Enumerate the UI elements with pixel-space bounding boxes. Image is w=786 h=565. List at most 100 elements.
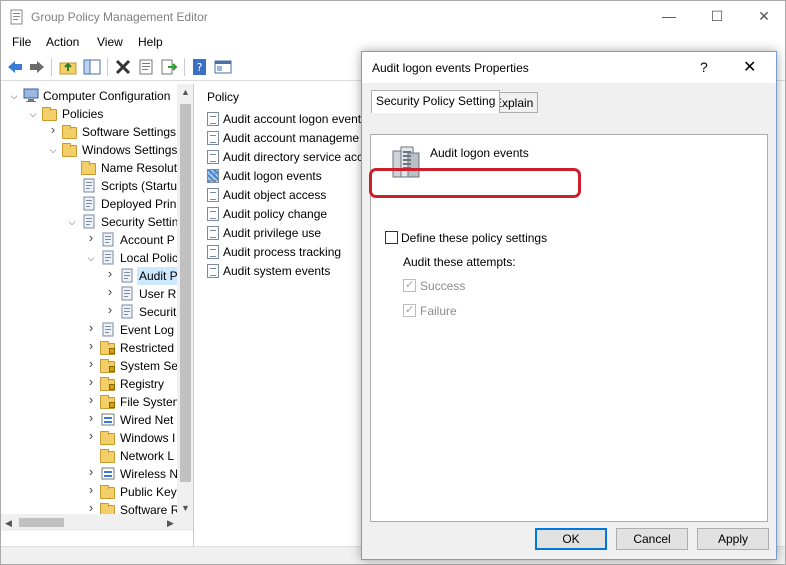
- scroll-up-icon[interactable]: ▲: [181, 87, 190, 97]
- collapse-chevron-icon[interactable]: ⌵: [48, 145, 58, 155]
- policy-setting-icon: [207, 226, 219, 240]
- policy-setting-icon: [207, 131, 219, 145]
- expand-chevron-icon: [67, 199, 77, 209]
- apply-button[interactable]: Apply: [697, 528, 769, 550]
- folder-icon: [42, 107, 57, 121]
- tree-item-label: Software Settings: [82, 125, 177, 139]
- tree-item-label: Wired Net: [120, 413, 174, 427]
- collapse-chevron-icon[interactable]: ⌵: [67, 217, 77, 227]
- security-icon: [81, 214, 97, 229]
- policy-setting-icon: [207, 112, 219, 126]
- scroll-down-icon[interactable]: ▼: [181, 503, 190, 513]
- tree-item-label: Scripts (Startu: [101, 179, 178, 193]
- policy-setting-icon: [207, 150, 219, 164]
- dialog-title: Audit logon events Properties: [372, 61, 529, 75]
- expand-chevron-icon[interactable]: ›: [86, 501, 96, 514]
- expand-chevron-icon[interactable]: ›: [86, 393, 96, 406]
- expand-chevron-icon[interactable]: ›: [86, 429, 96, 442]
- policy-icon: [119, 304, 135, 319]
- menu-help[interactable]: Help: [138, 35, 163, 49]
- policy-row-label: Audit account logon event: [223, 112, 362, 126]
- tree-item-label: Event Log: [120, 323, 175, 337]
- expand-chevron-icon: [67, 163, 77, 173]
- folder-icon: [100, 449, 115, 463]
- cancel-button[interactable]: Cancel: [616, 528, 688, 550]
- dialog-close-button[interactable]: ✕: [743, 57, 756, 77]
- expand-chevron-icon[interactable]: ›: [86, 465, 96, 478]
- expand-chevron-icon[interactable]: ›: [86, 357, 96, 370]
- close-button[interactable]: ✕: [741, 1, 786, 32]
- network-icon: [100, 466, 116, 481]
- ok-button[interactable]: OK: [535, 528, 607, 550]
- console-tree[interactable]: ⌵ Computer Configuration ⌵ Policies › Softwar…: [1, 84, 194, 546]
- collapse-chevron-icon[interactable]: ⌵: [9, 91, 19, 101]
- console-icon[interactable]: [214, 58, 232, 76]
- policy-icon: [119, 286, 135, 301]
- tree-item-label: Network L: [120, 449, 175, 463]
- toolbar-separator: [107, 58, 108, 76]
- collapse-chevron-icon[interactable]: ⌵: [28, 109, 38, 119]
- tree-item-label: Registry: [120, 377, 165, 391]
- delete-icon[interactable]: [114, 58, 132, 76]
- tree-item-label: Name Resolut: [101, 161, 178, 175]
- dialog-title-bar: Audit logon events Properties ? ✕: [362, 52, 776, 83]
- folder-up-icon[interactable]: [59, 58, 77, 76]
- tree-item-label: Deployed Prin: [101, 197, 177, 211]
- expand-chevron-icon[interactable]: ›: [105, 267, 115, 280]
- policy-row-label: Audit privilege use: [223, 226, 322, 240]
- menu-file[interactable]: File: [12, 35, 31, 49]
- expand-chevron-icon[interactable]: ›: [105, 303, 115, 316]
- export-icon[interactable]: [160, 58, 178, 76]
- script-icon: [81, 178, 97, 193]
- maximize-button[interactable]: ☐: [694, 1, 740, 32]
- dialog-help-button[interactable]: ?: [700, 59, 708, 75]
- policy-setting-icon: [207, 188, 219, 202]
- expand-chevron-icon[interactable]: ›: [105, 285, 115, 298]
- minimize-button[interactable]: —: [646, 1, 692, 32]
- expand-chevron-icon[interactable]: ›: [86, 375, 96, 388]
- forward-icon[interactable]: [28, 58, 46, 76]
- policy-row-label: Audit process tracking: [223, 245, 342, 259]
- help-icon[interactable]: ?: [191, 58, 209, 76]
- expand-chevron-icon[interactable]: ›: [86, 231, 96, 244]
- tree-item-label: File System: [120, 395, 183, 409]
- policy-icon: [100, 232, 116, 247]
- policy-list: Policy Audit account logon event Audit ac…: [199, 84, 385, 546]
- folder-lock-icon: [100, 377, 115, 391]
- show-hide-tree-icon[interactable]: [83, 58, 101, 76]
- define-policy-checkbox[interactable]: [385, 231, 398, 244]
- folder-icon: [81, 161, 96, 175]
- policy-row-label: Audit policy change: [223, 207, 328, 221]
- policy-icon: [100, 322, 116, 337]
- tree-item-label: User Ri: [139, 287, 180, 301]
- policy-row-label: Audit logon events: [223, 169, 322, 183]
- define-policy-label[interactable]: Define these policy settings: [401, 231, 547, 245]
- expand-chevron-icon[interactable]: ›: [86, 411, 96, 424]
- expand-chevron-icon[interactable]: ›: [48, 123, 58, 136]
- policy-row-label: Audit system events: [223, 264, 331, 278]
- menu-action[interactable]: Action: [46, 35, 79, 49]
- failure-checkbox: [403, 303, 416, 317]
- policy-row-label: Audit object access: [223, 188, 327, 202]
- tab-security-policy-setting[interactable]: Security Policy Setting: [371, 90, 501, 113]
- tree-item-label: System Se: [120, 359, 179, 373]
- network-icon: [100, 412, 116, 427]
- computer-icon: [23, 88, 39, 103]
- tree-item-label: Security Settin: [101, 215, 179, 229]
- back-icon[interactable]: [6, 58, 24, 76]
- tree-vertical-scroll-thumb[interactable]: [180, 104, 191, 482]
- tree-item-label: Policies: [62, 107, 104, 121]
- expand-chevron-icon[interactable]: ›: [86, 321, 96, 334]
- expand-chevron-icon[interactable]: ›: [86, 339, 96, 352]
- properties-icon[interactable]: [137, 58, 155, 76]
- expand-chevron-icon[interactable]: ›: [86, 483, 96, 496]
- folder-lock-icon: [100, 395, 115, 409]
- scroll-right-icon[interactable]: ▶: [167, 518, 174, 529]
- properties-dialog: Audit logon events Properties ? ✕ Securi…: [361, 51, 777, 560]
- scroll-left-icon[interactable]: ◀: [5, 518, 12, 529]
- tree-horizontal-scroll-thumb[interactable]: [19, 518, 64, 527]
- failure-label: Failure: [420, 304, 457, 318]
- collapse-chevron-icon[interactable]: ⌵: [86, 253, 96, 263]
- column-header-policy[interactable]: Policy: [207, 90, 239, 104]
- menu-view[interactable]: View: [97, 35, 123, 49]
